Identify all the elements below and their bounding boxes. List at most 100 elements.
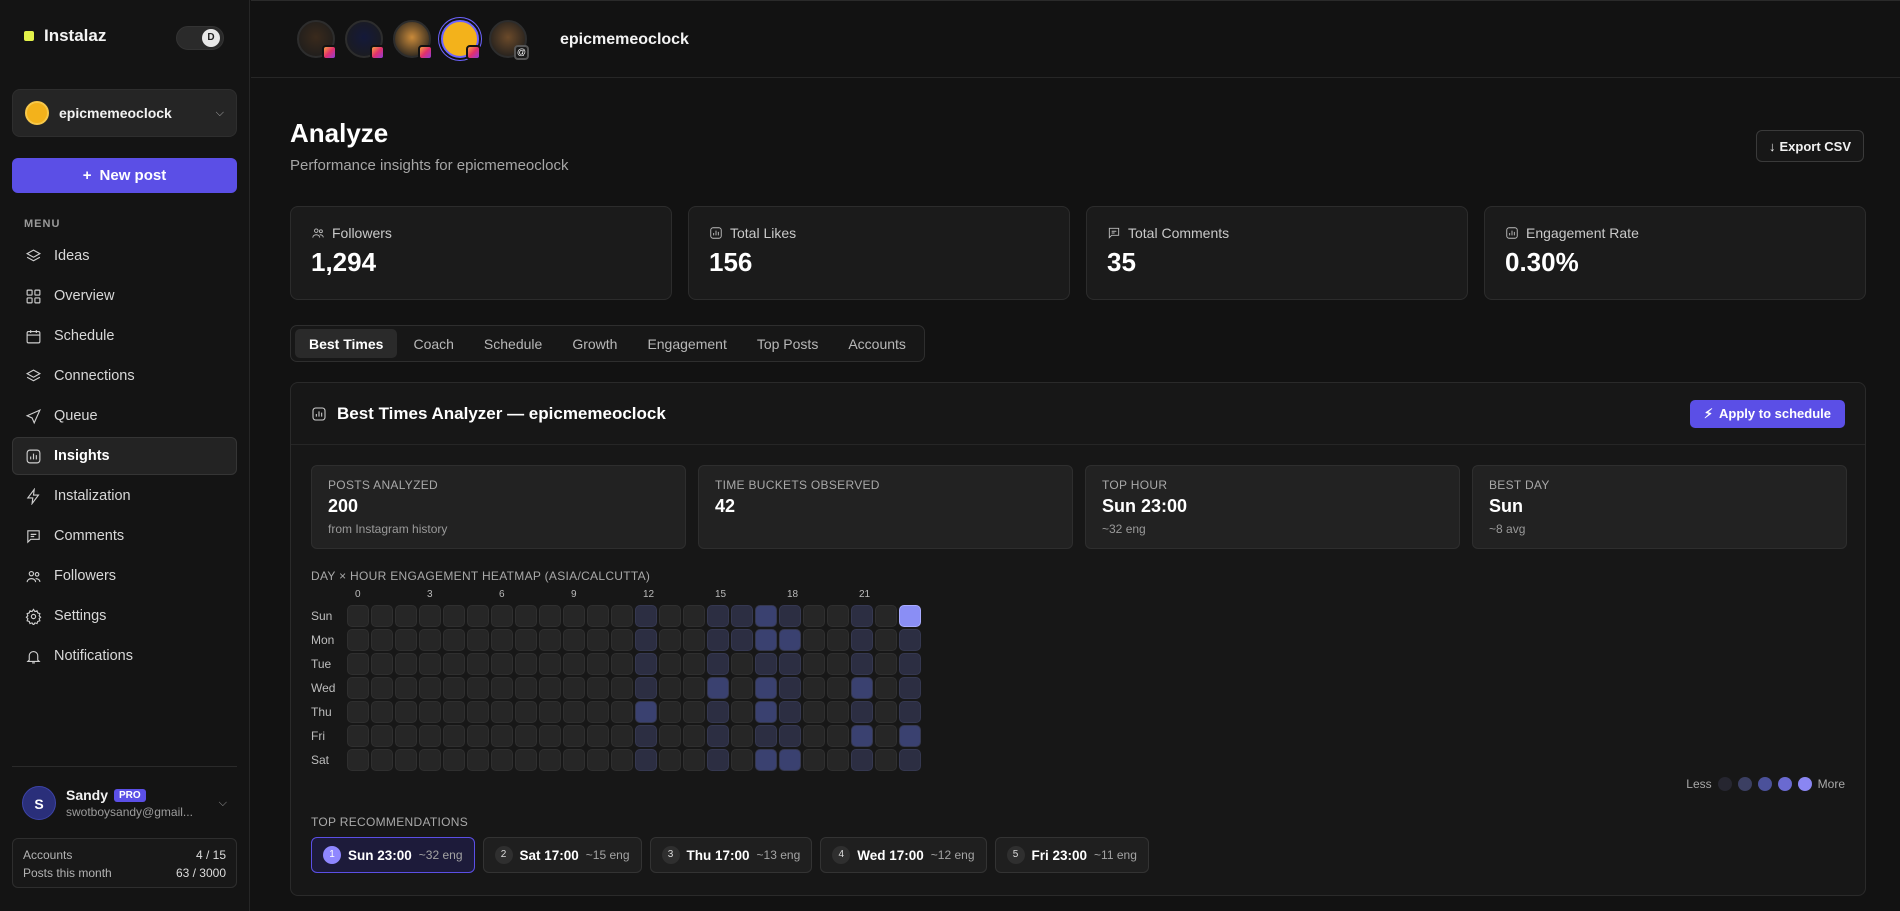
heatmap-cell[interactable]	[899, 653, 921, 675]
heatmap-cell[interactable]	[419, 749, 441, 771]
heatmap-cell[interactable]	[635, 701, 657, 723]
heatmap-cell[interactable]	[467, 701, 489, 723]
account-selector[interactable]: epicmemeoclock ⌵	[12, 89, 237, 137]
account-avatar-crest[interactable]	[345, 20, 385, 60]
heatmap-cell[interactable]	[515, 605, 537, 627]
heatmap-cell[interactable]	[395, 653, 417, 675]
heatmap-cell[interactable]	[827, 701, 849, 723]
recommendation-chip[interactable]: 5 Fri 23:00 ~11 eng	[994, 837, 1149, 873]
heatmap-cell[interactable]	[707, 701, 729, 723]
heatmap-cell[interactable]	[899, 677, 921, 699]
heatmap-cell[interactable]	[803, 653, 825, 675]
heatmap-cell[interactable]	[443, 629, 465, 651]
heatmap-cell[interactable]	[539, 725, 561, 747]
heatmap-cell[interactable]	[347, 749, 369, 771]
heatmap-cell[interactable]	[395, 725, 417, 747]
heatmap-cell[interactable]	[683, 653, 705, 675]
heatmap-cell[interactable]	[563, 653, 585, 675]
heatmap-cell[interactable]	[587, 653, 609, 675]
heatmap-cell[interactable]	[419, 605, 441, 627]
sidebar-item-connections[interactable]: Connections	[12, 357, 237, 395]
heatmap-cell[interactable]	[875, 653, 897, 675]
heatmap-cell[interactable]	[419, 653, 441, 675]
heatmap-cell[interactable]	[443, 749, 465, 771]
heatmap-cell[interactable]	[371, 629, 393, 651]
heatmap-cell[interactable]	[419, 629, 441, 651]
heatmap-cell[interactable]	[707, 677, 729, 699]
heatmap-cell[interactable]	[491, 701, 513, 723]
heatmap-cell[interactable]	[779, 677, 801, 699]
heatmap-cell[interactable]	[515, 653, 537, 675]
heatmap-cell[interactable]	[635, 725, 657, 747]
heatmap-cell[interactable]	[731, 749, 753, 771]
sidebar-item-queue[interactable]: Queue	[12, 397, 237, 435]
heatmap-cell[interactable]	[851, 605, 873, 627]
recommendation-chip[interactable]: 3 Thu 17:00 ~13 eng	[649, 837, 813, 873]
heatmap-cell[interactable]	[731, 725, 753, 747]
heatmap-cell[interactable]	[467, 653, 489, 675]
heatmap-cell[interactable]	[611, 605, 633, 627]
heatmap-cell[interactable]	[659, 677, 681, 699]
heatmap-cell[interactable]	[683, 629, 705, 651]
new-post-button[interactable]: + New post	[12, 158, 237, 193]
heatmap-cell[interactable]	[803, 605, 825, 627]
heatmap-cell[interactable]	[683, 701, 705, 723]
account-avatar-epicmemeoclock[interactable]	[441, 20, 481, 60]
heatmap-cell[interactable]	[347, 629, 369, 651]
heatmap-cell[interactable]	[539, 701, 561, 723]
heatmap-cell[interactable]	[611, 653, 633, 675]
heatmap-cell[interactable]	[827, 653, 849, 675]
tab-growth[interactable]: Growth	[558, 329, 631, 358]
heatmap-cell[interactable]	[875, 629, 897, 651]
heatmap-cell[interactable]	[899, 749, 921, 771]
heatmap-cell[interactable]	[803, 725, 825, 747]
account-avatar-lion[interactable]: @	[489, 20, 529, 60]
sidebar-item-insights[interactable]: Insights	[12, 437, 237, 475]
heatmap-cell[interactable]	[347, 605, 369, 627]
heatmap-cell[interactable]	[419, 677, 441, 699]
heatmap-cell[interactable]	[707, 653, 729, 675]
heatmap-cell[interactable]	[419, 725, 441, 747]
heatmap-cell[interactable]	[371, 653, 393, 675]
heatmap-cell[interactable]	[467, 677, 489, 699]
heatmap-cell[interactable]	[755, 725, 777, 747]
heatmap-cell[interactable]	[875, 677, 897, 699]
heatmap-cell[interactable]	[779, 701, 801, 723]
heatmap-cell[interactable]	[491, 653, 513, 675]
sidebar-item-settings[interactable]: Settings	[12, 597, 237, 635]
heatmap-cell[interactable]	[491, 629, 513, 651]
heatmap-cell[interactable]	[875, 725, 897, 747]
heatmap-cell[interactable]	[395, 605, 417, 627]
heatmap-cell[interactable]	[515, 629, 537, 651]
heatmap-cell[interactable]	[899, 605, 921, 627]
heatmap-cell[interactable]	[875, 749, 897, 771]
heatmap-cell[interactable]	[443, 677, 465, 699]
heatmap-cell[interactable]	[611, 749, 633, 771]
heatmap-cell[interactable]	[347, 677, 369, 699]
heatmap-cell[interactable]	[587, 725, 609, 747]
tab-accounts[interactable]: Accounts	[834, 329, 920, 358]
heatmap-cell[interactable]	[731, 629, 753, 651]
recommendation-chip[interactable]: 1 Sun 23:00 ~32 eng	[311, 837, 475, 873]
heatmap-cell[interactable]	[587, 677, 609, 699]
heatmap-cell[interactable]	[707, 629, 729, 651]
heatmap-cell[interactable]	[515, 701, 537, 723]
heatmap-cell[interactable]	[659, 605, 681, 627]
theme-toggle[interactable]: D	[176, 26, 224, 50]
heatmap-cell[interactable]	[371, 725, 393, 747]
heatmap-cell[interactable]	[827, 629, 849, 651]
tab-coach[interactable]: Coach	[399, 329, 467, 358]
heatmap-cell[interactable]	[827, 605, 849, 627]
heatmap-cell[interactable]	[515, 677, 537, 699]
heatmap-cell[interactable]	[467, 629, 489, 651]
heatmap-cell[interactable]	[563, 725, 585, 747]
sidebar-item-ideas[interactable]: Ideas	[12, 237, 237, 275]
heatmap-cell[interactable]	[587, 605, 609, 627]
heatmap-cell[interactable]	[611, 677, 633, 699]
heatmap-cell[interactable]	[587, 629, 609, 651]
heatmap-cell[interactable]	[467, 749, 489, 771]
heatmap-cell[interactable]	[635, 605, 657, 627]
heatmap-cell[interactable]	[731, 653, 753, 675]
heatmap-cell[interactable]	[707, 725, 729, 747]
heatmap-cell[interactable]	[587, 701, 609, 723]
